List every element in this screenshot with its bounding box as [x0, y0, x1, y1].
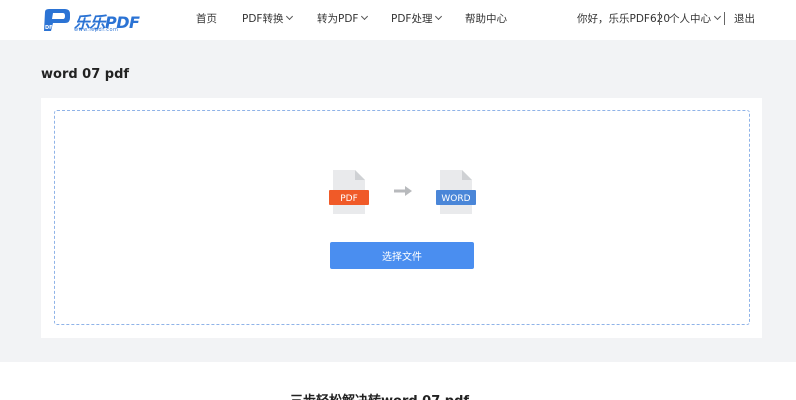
top-header: DF 乐乐PDF www.lepdf.com 首页 PDF转换 转为PDF PD…	[0, 0, 796, 40]
logo[interactable]: DF 乐乐PDF www.lepdf.com	[41, 7, 141, 35]
pdf-badge-label: PDF	[340, 194, 358, 204]
select-file-button[interactable]: 选择文件	[330, 242, 474, 269]
word-file-icon: WORD	[436, 170, 476, 214]
nav-home[interactable]: 首页	[196, 0, 217, 40]
logout-link[interactable]: 退出	[734, 0, 755, 40]
chevron-down-icon	[713, 12, 722, 21]
divider	[724, 12, 725, 25]
pdf-file-icon: PDF	[329, 170, 369, 214]
page-title: word 07 pdf	[41, 67, 130, 82]
chevron-down-icon	[361, 12, 369, 21]
user-greeting: 你好，乐乐PDF620	[577, 0, 670, 40]
nav-user-center[interactable]: 个人中心	[669, 0, 722, 40]
nav-to-pdf-label: 转为PDF	[317, 13, 359, 25]
nav-home-label: 首页	[196, 13, 217, 25]
svg-text:DF: DF	[45, 25, 53, 31]
nav-help-center[interactable]: 帮助中心	[465, 0, 507, 40]
logo-mark-icon: DF	[44, 9, 70, 31]
logout-label: 退出	[734, 13, 755, 25]
nav-to-pdf[interactable]: 转为PDF	[317, 0, 369, 40]
chevron-down-icon	[286, 12, 294, 21]
logo-url-text: www.lepdf.com	[74, 27, 119, 33]
steps-title: 三步轻松解决转word 07 pdf	[290, 390, 469, 400]
nav-pdf-convert[interactable]: PDF转换	[242, 0, 294, 40]
chevron-down-icon	[435, 12, 443, 21]
upload-card	[41, 98, 762, 338]
arrow-right-icon	[394, 186, 412, 196]
nav-pdf-convert-label: PDF转换	[242, 13, 284, 25]
divider	[659, 12, 660, 25]
file-dropzone[interactable]	[54, 110, 750, 325]
nav-pdf-process[interactable]: PDF处理	[391, 0, 443, 40]
user-greeting-text: 你好，乐乐PDF620	[577, 13, 670, 25]
steps-section: 三步轻松解决转word 07 pdf	[0, 362, 796, 400]
nav-help-center-label: 帮助中心	[465, 13, 507, 25]
nav-user-center-label: 个人中心	[669, 13, 711, 25]
word-badge-label: WORD	[441, 194, 470, 204]
nav-pdf-process-label: PDF处理	[391, 13, 433, 25]
